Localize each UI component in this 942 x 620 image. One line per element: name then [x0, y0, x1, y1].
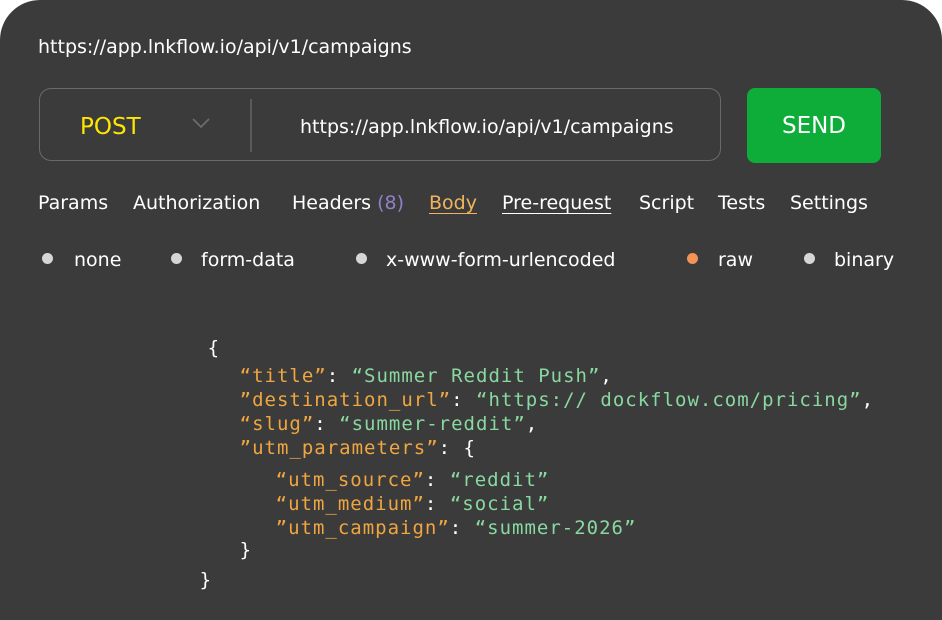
radio-urlencoded-label: x-www-form-urlencoded	[386, 249, 616, 271]
json-string: “summer-2026”	[474, 517, 637, 539]
tab-body[interactable]: Body	[429, 192, 477, 214]
radio-dot	[804, 253, 815, 264]
radio-dot	[356, 253, 367, 264]
radio-dot	[171, 253, 182, 264]
json-brace: }	[239, 539, 253, 561]
request-url-input[interactable]: https://app.lnkflow.io/api/v1/campaigns	[300, 116, 674, 138]
radio-none-label: none	[74, 249, 122, 271]
tab-pre-request[interactable]: Pre-request	[502, 192, 611, 214]
radio-dot-selected	[687, 253, 698, 264]
api-request-panel: https://app.lnkflow.io/api/v1/campaigns …	[0, 0, 942, 620]
radio-form-data-label: form-data	[201, 249, 295, 271]
json-body-editor[interactable]: { “title”: “Summer Reddit Push”, ”destin…	[0, 0, 873, 591]
json-key: ”utm_campaign”	[275, 517, 450, 539]
json-brace: }	[199, 569, 213, 591]
tab-script[interactable]: Script	[639, 192, 694, 214]
tab-tests[interactable]: Tests	[718, 192, 765, 214]
address-url: https://app.lnkflow.io/api/v1/campaigns	[38, 36, 412, 58]
tab-headers-label: Headers	[292, 192, 372, 214]
headers-count-badge: (8)	[377, 192, 405, 214]
method-divider	[250, 99, 252, 152]
code-line: ”utm_campaign”: “summer-2026”	[275, 517, 637, 539]
chevron-down-icon[interactable]	[192, 117, 210, 129]
send-button[interactable]: SEND	[747, 88, 881, 163]
tab-settings[interactable]: Settings	[790, 192, 868, 214]
request-bar: POST https://app.lnkflow.io/api/v1/campa…	[39, 88, 721, 161]
radio-binary-label: binary	[834, 249, 895, 271]
code-line: }	[125, 547, 212, 613]
method-select[interactable]: POST	[80, 114, 141, 140]
radio-raw-label: raw	[718, 249, 753, 271]
tab-authorization[interactable]: Authorization	[133, 192, 260, 214]
tab-headers[interactable]: Headers (8)	[292, 192, 404, 214]
